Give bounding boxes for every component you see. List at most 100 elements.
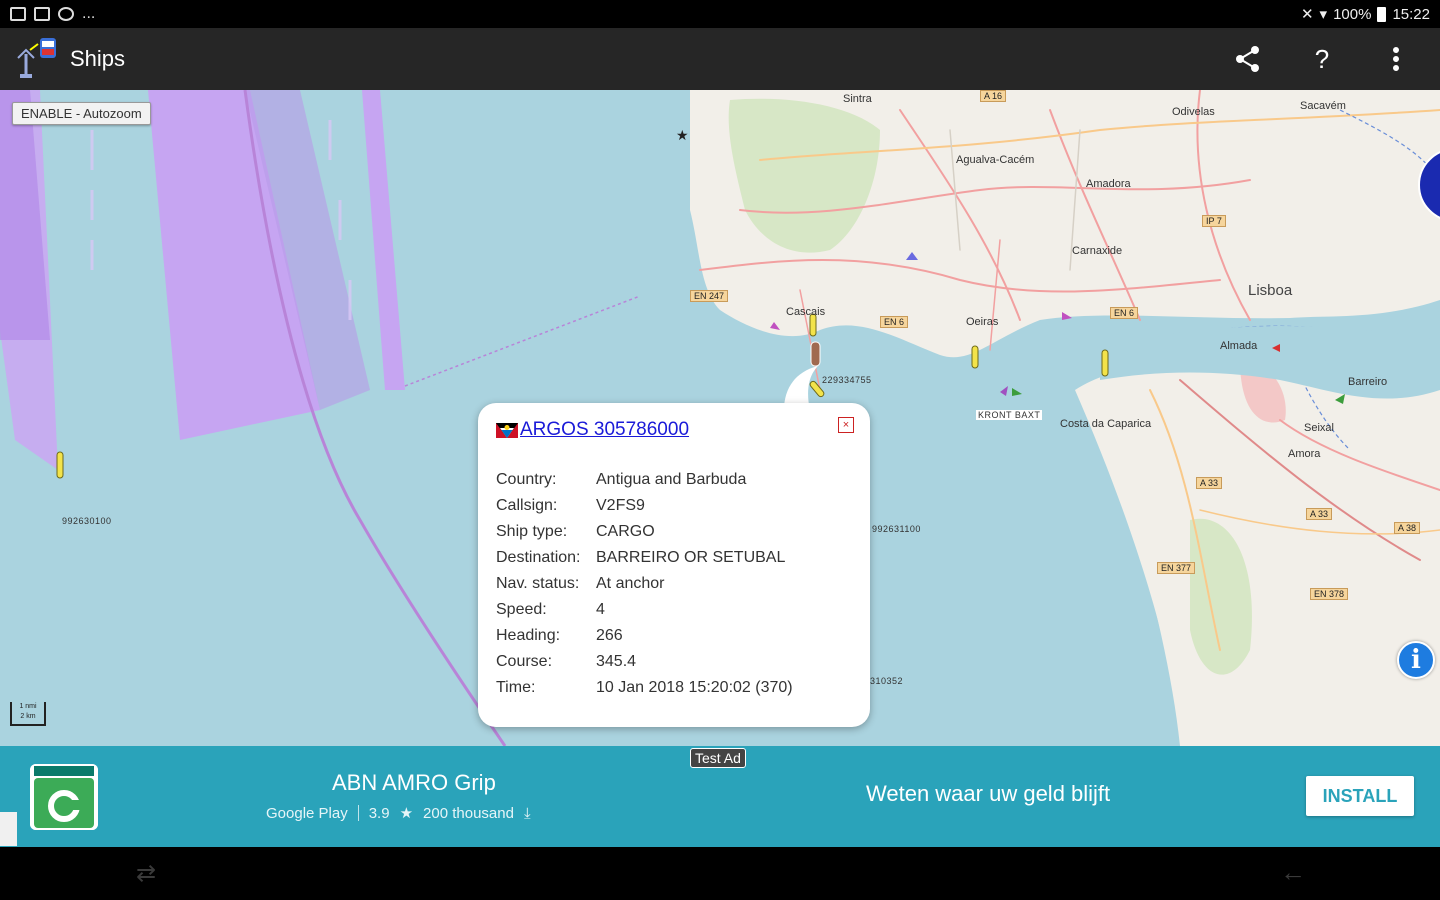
detail-row: Time: 10 Jan 2018 15:20:02 (370) [496,675,793,701]
detail-value: Antigua and Barbuda [596,471,747,488]
ship-info-popup: ARGOS 305786000 × Country: Antigua and Ba… [478,403,870,727]
antigua-flag-icon [496,422,518,438]
overflow-menu-icon[interactable] [1376,39,1416,79]
detail-value: 266 [596,627,623,644]
mute-icon: ✕ [1300,6,1314,23]
ad-slogan[interactable]: Weten waar uw geld blijft [866,781,1110,807]
detail-row: Speed: 4 [496,597,793,623]
back-icon[interactable]: ← [1280,857,1306,888]
rating-value: 3.9 [368,804,390,822]
app-logo-icon[interactable] [14,36,60,82]
detail-value: V2FS9 [596,497,645,514]
popup-header: ARGOS 305786000 [496,419,852,441]
ship-mmsi-label: 992631100 [872,524,921,534]
status-bar: ... ✕ ▾ 100% 15:22 [0,0,1440,28]
wifi-icon: ▾ [1319,6,1328,23]
share-icon[interactable] [1228,39,1268,79]
notification-icons: ... [10,5,95,23]
screen: ... ✕ ▾ 100% 15:22 Ships ? ★ ENABLE - Au… [0,0,1440,900]
help-icon[interactable]: ? [1302,39,1342,79]
info-icon[interactable]: i [1397,641,1435,679]
ship-details-table: Country: Antigua and Barbuda Callsign: V2F… [496,467,793,701]
detail-row: Nav. status: At anchor [496,571,793,597]
road-label: EN 247 [690,290,729,302]
city-label-capital: Lisboa [1248,282,1293,299]
system-status: ✕ ▾ 100% 15:22 [1300,5,1430,24]
detail-key: Nav. status: [496,575,580,592]
detail-row: Destination: BARREIRO OR SETUBAL [496,545,793,571]
detail-row: Ship type: CARGO [496,519,793,545]
road-label: A 38 [1394,522,1421,534]
detail-key: Callsign: [496,497,558,514]
downloads-count: 200 thousand [423,804,514,822]
app-notification-icon [58,7,74,21]
detail-value: CARGO [596,523,655,540]
install-button[interactable]: INSTALL [1306,776,1414,816]
detail-key: Heading: [496,627,561,644]
battery-percent: 100% [1333,5,1372,23]
ship-name-label: KRONT BAXT [976,410,1043,420]
divider [357,805,359,821]
road-label: A 33 [1196,477,1223,489]
ship-mmsi-label: 992630100 [62,516,112,526]
ship-name-link[interactable]: ARGOS 305786000 [520,419,689,441]
test-ad-badge: Test Ad [690,748,746,768]
ad-app-name[interactable]: ABN AMRO Grip [332,770,496,796]
detail-row: Heading: 266 [496,623,793,649]
battery-icon [1377,6,1387,22]
ship-mmsi-label: 310352 [870,676,904,686]
detail-row: Country: Antigua and Barbuda [496,467,793,493]
city-label: Carnaxide [1072,245,1123,257]
detail-key: Course: [496,653,553,670]
autozoom-toggle-button[interactable]: ENABLE - Autozoom [12,102,151,125]
ship-mmsi-label: 229334755 [822,375,872,385]
road-label: A 16 [980,90,1007,102]
recent-apps-icon[interactable]: ⇄ [136,859,156,888]
adchoices-icon[interactable] [0,812,17,846]
detail-key: Time: [496,679,536,696]
app-bar: Ships ? [0,28,1440,90]
detail-value: 4 [596,601,605,618]
road-label: EN 6 [880,316,909,328]
store-name: Google Play [266,804,348,822]
ad-app-icon[interactable] [30,764,98,830]
city-label: Sintra [843,93,872,105]
detail-key: Speed: [496,601,547,618]
city-label: Amora [1288,448,1321,460]
road-label: IP 7 [1202,215,1226,227]
detail-key: Country: [496,471,557,488]
city-label: Oeiras [966,316,999,328]
detail-value: 10 Jan 2018 15:20:02 (370) [596,679,793,696]
detail-value: 345.4 [596,653,637,670]
city-label: Sacavém [1300,100,1346,112]
download-icon: ⤓ [523,804,531,822]
detail-value: BARREIRO OR SETUBAL [596,549,786,566]
close-popup-button[interactable]: × [838,417,854,433]
city-label: Barreiro [1348,376,1388,388]
star-icon: ★ [399,805,414,822]
clock: 15:22 [1392,5,1430,23]
road-label: EN 377 [1157,562,1196,574]
city-label: Amadora [1086,178,1131,190]
city-label: Seixal [1304,422,1334,434]
detail-key: Ship type: [496,523,568,540]
system-nav-bar: ⇄ ← [0,847,1440,900]
city-label: Costa da Caparica [1060,418,1152,430]
city-label: Cascais [786,306,826,318]
city-label: Almada [1220,340,1258,352]
map-scale-bar: 1 nmi 2 km [10,702,46,726]
svg-text:★: ★ [676,128,689,144]
play-notification-icon [34,7,50,21]
app-title: Ships [70,46,126,71]
city-label: Agualva-Cacém [956,154,1035,166]
ad-banner[interactable]: Test Ad ABN AMRO Grip Google Play 3.9 ★ … [0,746,1440,847]
road-label: EN 6 [1110,307,1139,319]
detail-value: At anchor [596,575,665,592]
detail-row: Callsign: V2FS9 [496,493,793,519]
road-label: A 33 [1306,508,1333,520]
ad-app-meta: Google Play 3.9 ★ 200 thousand ⤓ [266,804,531,823]
scale-label-bottom: 2 km [20,713,36,720]
detail-key: Destination: [496,549,581,566]
more-notifications: ... [82,5,96,22]
image-notification-icon [10,7,26,21]
